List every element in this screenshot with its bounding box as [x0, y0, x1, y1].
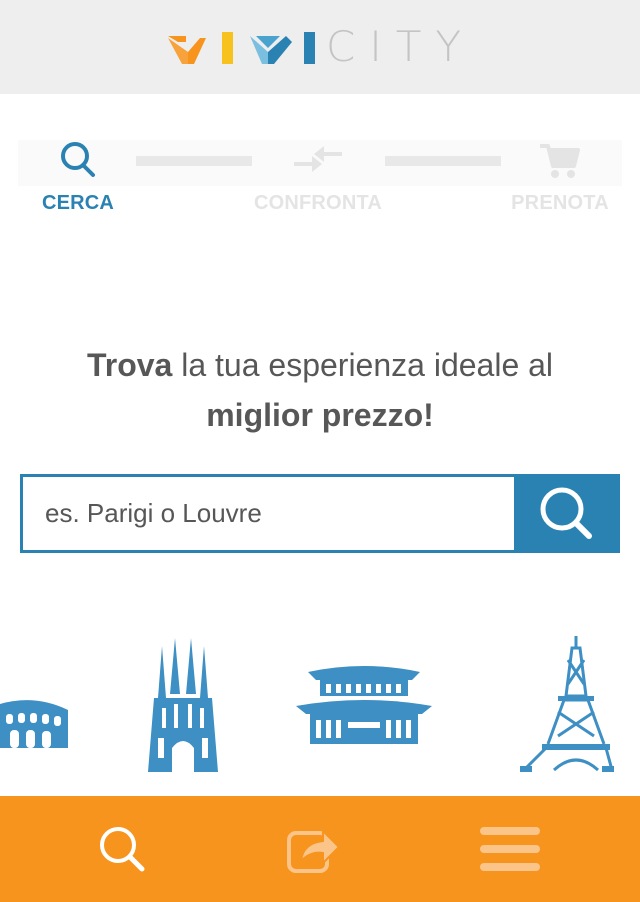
search-icon: [100, 827, 145, 872]
headline-bold: Trova: [86, 347, 173, 383]
bottom-tab-bar: [0, 796, 640, 902]
cart-icon: [538, 140, 582, 185]
search-box: [20, 474, 620, 553]
booking-steps: CERCA CONFRONTA PRENOTA: [0, 130, 640, 230]
bottom-share-button[interactable]: [253, 796, 373, 902]
logo-mark: [168, 32, 315, 64]
headline-line-1: Trova la tua esperienza ideale al: [0, 340, 640, 390]
share-icon: [287, 828, 341, 873]
headline: Trova la tua esperienza ideale al miglio…: [0, 340, 640, 440]
headline-line-2: miglior prezzo!: [0, 390, 640, 440]
sagrada-familia-icon: [148, 638, 218, 772]
step-label: CERCA: [41, 192, 115, 214]
eiffel-tower-icon: [520, 636, 614, 772]
step-label: PRENOTA: [511, 192, 609, 214]
menu-icon: [480, 827, 540, 871]
compare-arrows-icon: [290, 140, 346, 185]
search-input[interactable]: [23, 477, 517, 550]
step-connector: [385, 156, 501, 166]
bottom-menu-button[interactable]: [450, 796, 570, 902]
headline-text: la tua esperienza ideale al: [172, 347, 554, 383]
search-icon: [540, 487, 592, 539]
asian-palace-icon: [296, 666, 432, 744]
step-connector: [136, 156, 252, 166]
colosseum-icon: [0, 700, 68, 748]
bottom-search-button[interactable]: [62, 796, 182, 902]
app-header: CITY: [0, 0, 640, 94]
step-label: CONFRONTA: [253, 192, 383, 214]
search-icon: [58, 140, 98, 185]
headline-bold: miglior prezzo!: [206, 397, 434, 433]
search-button[interactable]: [514, 477, 617, 550]
logo-text: CITY: [326, 22, 476, 71]
vivicity-logo[interactable]: CITY: [166, 22, 476, 71]
landmarks-strip: [0, 630, 640, 780]
